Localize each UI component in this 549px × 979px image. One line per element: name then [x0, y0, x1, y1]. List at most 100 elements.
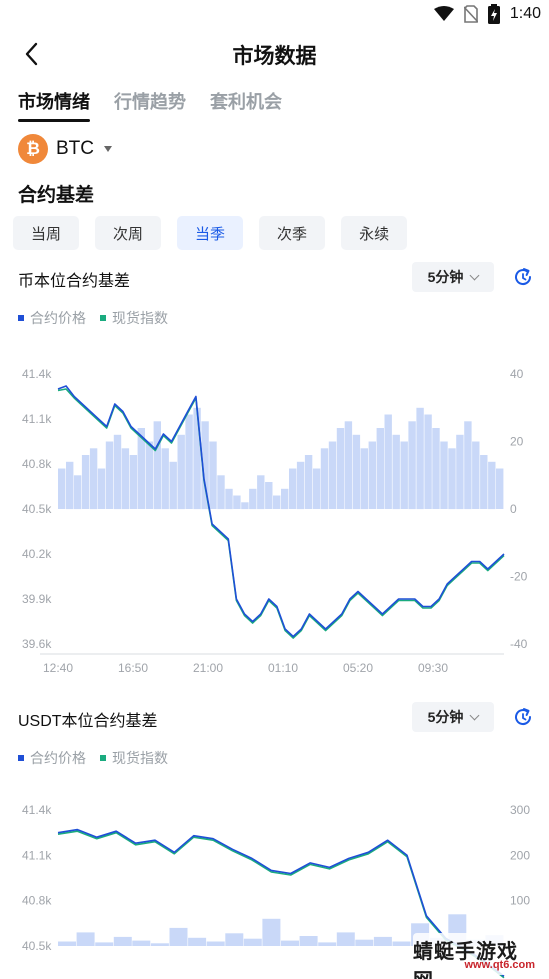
basis-bar — [121, 448, 130, 510]
y-right-tick-label: 40 — [510, 367, 524, 381]
y-left-tick-label: 39.6k — [22, 637, 52, 651]
refresh-icon[interactable] — [512, 706, 534, 728]
period-chip-this-week[interactable]: 当周 — [13, 216, 80, 250]
interval-value: 5分钟 — [427, 269, 464, 285]
basis-bar — [312, 468, 321, 509]
interval-dropdown[interactable]: 5分钟 — [412, 702, 494, 732]
basis-bar — [480, 455, 488, 509]
basis-bar — [355, 939, 374, 946]
page-title: 市场数据 — [232, 45, 317, 68]
basis-bar — [400, 441, 408, 509]
legend-label: 合约价格 — [30, 750, 86, 766]
coin-selector[interactable]: ₿ BTC — [18, 134, 112, 164]
y-right-tick-label: -40 — [510, 637, 528, 651]
x-tick-label: 05:20 — [343, 661, 373, 675]
y-left-tick-label: 41.4k — [22, 803, 52, 817]
basis-bar — [145, 441, 153, 509]
basis-bar — [456, 434, 464, 510]
y-right-tick-label: 200 — [510, 848, 530, 862]
basis-bar — [185, 414, 193, 509]
basis-bar — [129, 455, 138, 509]
y-right-tick-label: -20 — [510, 570, 528, 584]
period-chip-next-week[interactable]: 次周 — [95, 216, 162, 250]
y-left-tick-label: 40.5k — [22, 939, 52, 953]
basis-bar — [296, 461, 305, 510]
basis-bar — [464, 421, 472, 510]
watermark: 蜻蜓手游戏网 www.qt6.com — [413, 933, 543, 979]
chart-legend: 合约价格 现货指数 — [18, 748, 168, 768]
period-chip-this-quarter[interactable]: 当季 — [177, 216, 244, 250]
basis-bar — [281, 940, 299, 946]
basis-bar — [472, 441, 480, 509]
legend-contract-price[interactable]: 合约价格 — [18, 308, 86, 328]
y-right-tick-label: 300 — [510, 803, 530, 817]
basis-bar — [58, 941, 76, 946]
legend-label: 现货指数 — [112, 750, 168, 766]
basis-bar — [344, 421, 353, 510]
basis-bar — [281, 488, 289, 510]
basis-bar — [408, 421, 416, 510]
y-right-tick-label: 100 — [510, 894, 530, 908]
period-selector: 当周 次周 当季 次季 永续 — [13, 216, 408, 250]
basis-bar — [257, 475, 265, 510]
dropdown-caret-icon — [104, 146, 112, 152]
basis-bar — [153, 421, 161, 510]
legend-swatch — [100, 315, 106, 321]
status-time: 1:40 — [509, 5, 541, 22]
coin-symbol: BTC — [56, 138, 94, 159]
basis-bar — [243, 938, 262, 946]
basis-bar — [81, 455, 90, 509]
basis-bar — [373, 936, 392, 946]
basis-bar — [432, 428, 440, 509]
basis-bar — [352, 434, 361, 510]
chart-title: 币本位合约基差 — [18, 273, 131, 290]
section-title: 合约基差 — [18, 185, 95, 206]
coin-margined-basis-chart: 币本位合约基差 5分钟 合约价格 现货指数 41.4k 41.1k 40.8k 40.… — [0, 262, 549, 682]
basis-bar — [105, 441, 114, 509]
basis-bar — [249, 488, 257, 510]
chart-header: USDT本位合约基差 5分钟 — [18, 702, 549, 732]
legend-spot-index[interactable]: 现货指数 — [100, 748, 168, 768]
basis-bar — [95, 942, 114, 946]
basis-bar — [392, 941, 411, 946]
basis-bar — [424, 414, 432, 509]
basis-bar — [193, 407, 201, 510]
tab-market-sentiment[interactable]: 市场情绪 — [18, 88, 90, 122]
chevron-down-icon — [469, 270, 480, 280]
chevron-down-icon — [469, 710, 480, 720]
period-chip-next-quarter[interactable]: 次季 — [259, 216, 326, 250]
basis-bar — [217, 475, 225, 510]
basis-bar — [66, 461, 74, 510]
basis-bar — [188, 937, 207, 946]
legend-swatch — [100, 755, 106, 761]
tab-market-trend[interactable]: 行情趋势 — [114, 88, 186, 122]
period-chip-perpetual[interactable]: 永续 — [341, 216, 408, 250]
basis-bar — [488, 461, 496, 510]
legend-contract-price[interactable]: 合约价格 — [18, 748, 86, 768]
y-left-tick-label: 40.8k — [22, 457, 52, 471]
y-left-tick-label: 41.1k — [22, 412, 52, 426]
basis-bar — [209, 441, 217, 509]
x-tick-label: 01:10 — [268, 661, 298, 675]
legend-label: 合约价格 — [30, 310, 86, 326]
basis-line-chart[interactable]: 41.4k 41.1k 40.8k 40.5k 40.2k 39.9k 39.6k 40 20 0… — [0, 354, 549, 684]
basis-bar — [384, 414, 392, 509]
legend-spot-index[interactable]: 现货指数 — [100, 308, 168, 328]
x-tick-label: 21:00 — [193, 661, 223, 675]
interval-dropdown[interactable]: 5分钟 — [412, 262, 494, 292]
y-left-tick-label: 40.5k — [22, 502, 52, 516]
legend-label: 现货指数 — [112, 310, 168, 326]
basis-bar — [169, 461, 177, 510]
basis-bar — [360, 448, 368, 510]
contract-price-line — [57, 385, 505, 638]
bitcoin-icon: ₿ — [18, 134, 48, 164]
basis-bar — [206, 941, 225, 946]
tab-arbitrage[interactable]: 套利机会 — [210, 88, 282, 122]
refresh-icon[interactable] — [512, 266, 534, 288]
basis-bar — [299, 936, 318, 946]
basis-bar — [58, 468, 66, 509]
watermark-text: 蜻蜓手游戏网 — [413, 941, 518, 979]
interval-value: 5分钟 — [427, 709, 464, 725]
basis-bar — [328, 441, 337, 509]
battery-charging-icon — [487, 4, 500, 24]
